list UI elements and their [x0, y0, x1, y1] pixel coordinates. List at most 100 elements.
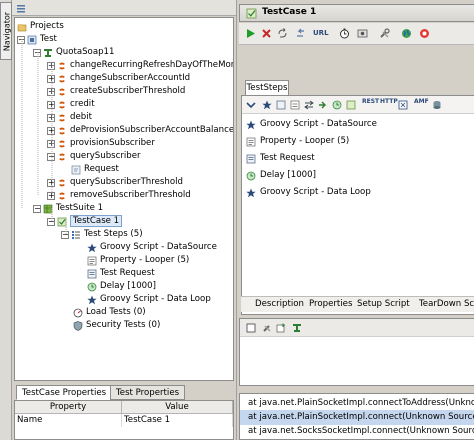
tree-item-interface[interactable]: − QuotaSoap11: [33, 46, 114, 59]
delay-clock-icon: [87, 282, 97, 292]
tree-item-operation[interactable]: + changeRecurringRefreshDayOfTheMonth: [47, 59, 233, 72]
collapse-toggle[interactable]: −: [47, 217, 55, 226]
tab-setup-script[interactable]: Setup Script: [357, 299, 410, 309]
soap-request-icon[interactable]: [276, 100, 286, 110]
tree-item-operation[interactable]: + querySubscriberThreshold: [47, 176, 183, 189]
tree-item-security-tests[interactable]: Security Tests (0): [73, 319, 160, 332]
loop-icon[interactable]: [277, 28, 288, 39]
add-property-icon[interactable]: [276, 323, 286, 333]
teststeps-panel: REST HTTP AMF Groovy Script - DataSource…: [241, 95, 474, 315]
operation-icon: [57, 152, 67, 162]
expand-toggle[interactable]: +: [47, 100, 55, 109]
tree-menu-icon[interactable]: [16, 3, 26, 13]
description-panel: [239, 318, 474, 386]
tree-item-step-property-looper[interactable]: Property - Looper (5): [87, 254, 189, 267]
expand-toggle[interactable]: +: [47, 178, 55, 187]
operation-icon: [57, 139, 67, 149]
tab-description[interactable]: Description: [255, 299, 304, 309]
tree-item-operation[interactable]: + deProvisionSubscriberAccountBalance: [47, 124, 233, 137]
tree-item-step-test-request[interactable]: Test Request: [87, 267, 155, 280]
tree-item-load-tests[interactable]: Load Tests (0): [73, 306, 146, 319]
collapse-toggle[interactable]: −: [33, 204, 41, 213]
interface-icon[interactable]: [292, 323, 302, 333]
properties-icon[interactable]: [290, 100, 300, 110]
groovy-star-icon[interactable]: [262, 100, 272, 110]
tree-item-operation[interactable]: + removeSubscriberThreshold: [47, 189, 191, 202]
run-icon[interactable]: [245, 28, 256, 39]
collapse-toggle[interactable]: −: [17, 35, 25, 44]
step-row-delay[interactable]: Delay [1000]: [246, 167, 316, 184]
log-panel: at java.net.PlainSocketImpl.connectToAdd…: [239, 393, 474, 440]
tree-item-operation[interactable]: + changeSubscriberAccountId: [47, 72, 190, 85]
tree-item-teststeps[interactable]: − Test Steps (5): [61, 228, 143, 241]
back-icon[interactable]: [295, 28, 306, 39]
tab-properties[interactable]: Properties: [309, 299, 352, 309]
load-test-icon: [73, 308, 83, 318]
tree-item-testcase[interactable]: − TestCase 1: [47, 215, 123, 228]
log-line[interactable]: at java.net.PlainSocketImpl.connect(Unkn…: [240, 410, 474, 425]
tools-icon[interactable]: [262, 323, 272, 333]
globe-icon[interactable]: [401, 28, 412, 39]
project-tree: Projects − Test − QuotaSoap11 + changeRecur…: [14, 17, 234, 381]
url-icon[interactable]: URL: [313, 29, 329, 37]
expand-toggle[interactable]: +: [47, 139, 55, 148]
navigator-tab[interactable]: Navigator: [0, 2, 12, 60]
move-up-icon[interactable]: [246, 100, 256, 110]
expand-toggle[interactable]: +: [47, 191, 55, 200]
timer-icon[interactable]: [339, 28, 350, 39]
step-row-property-looper[interactable]: Property - Looper (5): [246, 133, 349, 150]
tree-item-operation[interactable]: − querySubscriber: [47, 150, 141, 163]
interface-icon: [43, 48, 53, 58]
expand-toggle[interactable]: +: [47, 74, 55, 83]
log-line[interactable]: at java.net.PlainSocketImpl.connectToAdd…: [240, 396, 474, 411]
rest-request-button[interactable]: REST: [362, 99, 379, 105]
collapse-toggle[interactable]: −: [47, 152, 55, 161]
cancel-icon[interactable]: [261, 28, 272, 39]
mock-response-icon[interactable]: [398, 100, 408, 110]
conditional-goto-icon[interactable]: [318, 100, 328, 110]
column-header-value[interactable]: Value: [122, 401, 233, 414]
tab-teststeps[interactable]: TestSteps: [245, 80, 289, 96]
amf-request-button[interactable]: AMF: [414, 99, 429, 105]
log-line[interactable]: at java.net.SocksSocketImpl.connect(Unkn…: [240, 424, 474, 439]
jdbc-request-icon[interactable]: [432, 100, 442, 110]
expand-toggle[interactable]: +: [47, 126, 55, 135]
tree-item-step-delay[interactable]: Delay [1000]: [87, 280, 156, 293]
expand-toggle[interactable]: +: [47, 87, 55, 96]
tree-item-operation[interactable]: + credit: [47, 98, 95, 111]
step-row-groovy-datasource[interactable]: Groovy Script - DataSource: [246, 116, 377, 133]
tree-item-operation[interactable]: + debit: [47, 111, 92, 124]
description-toolbar: [240, 319, 474, 337]
http-request-button[interactable]: HTTP: [380, 99, 398, 105]
testcase-icon: [246, 8, 257, 19]
tree-item-request[interactable]: Request: [71, 163, 119, 176]
property-icon: [246, 137, 256, 147]
delay-clock-icon[interactable]: [332, 100, 342, 110]
collapse-toggle[interactable]: −: [33, 48, 41, 57]
collapse-toggle[interactable]: −: [61, 230, 69, 239]
options-icon[interactable]: [357, 28, 368, 39]
tree-item-step-groovy-dataloop[interactable]: Groovy Script - Data Loop: [87, 293, 211, 306]
tools-icon[interactable]: [379, 28, 390, 39]
tree-item-projects[interactable]: Projects: [17, 20, 64, 33]
tree-item-testsuite[interactable]: − TestSuite 1: [33, 202, 103, 215]
tab-teardown-script[interactable]: TearDown Script: [419, 299, 474, 309]
transfer-icon[interactable]: [304, 100, 314, 110]
tree-item-project-test[interactable]: − Test: [17, 33, 57, 46]
expand-toggle[interactable]: +: [47, 113, 55, 122]
tab-testcase-properties[interactable]: TestCase Properties: [16, 385, 113, 400]
project-icon: [27, 35, 37, 45]
step-row-groovy-dataloop[interactable]: Groovy Script - Data Loop: [246, 184, 371, 201]
tree-item-operation[interactable]: + provisionSubscriber: [47, 137, 155, 150]
expand-toggle[interactable]: +: [47, 61, 55, 70]
run-testcase-icon[interactable]: [346, 100, 356, 110]
step-row-test-request[interactable]: Test Request: [246, 150, 315, 167]
column-header-property[interactable]: Property: [15, 401, 122, 414]
property-value-cell[interactable]: TestCase 1: [122, 414, 233, 427]
tree-item-operation[interactable]: + createSubscriberThreshold: [47, 85, 185, 98]
tree-item-step-groovy-datasource[interactable]: Groovy Script - DataSource: [87, 241, 217, 254]
property-name-cell[interactable]: Name: [15, 414, 122, 427]
checkbox-icon[interactable]: [246, 323, 256, 333]
tab-test-properties[interactable]: Test Properties: [110, 385, 186, 400]
help-icon[interactable]: [419, 28, 430, 39]
